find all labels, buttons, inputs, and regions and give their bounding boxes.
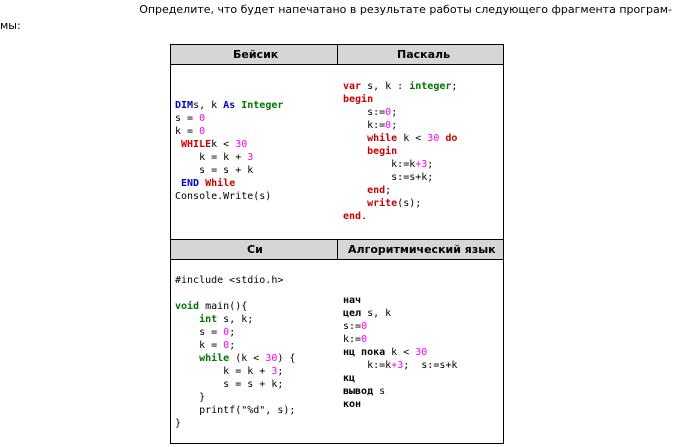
code-comparison-table: Бейсик Паскаль DIMs, k As Integer s = 0 k … [170, 44, 504, 444]
header-pascal: Паскаль [397, 48, 451, 61]
code-line: #include <stdio.h> [175, 275, 284, 286]
code-line: int s, k; [175, 314, 254, 325]
code-line: k:=k+3; s:=s+k [343, 360, 458, 371]
question-line-1: Определите, что будет напечатано в резул… [139, 3, 672, 16]
question-line-2: мы: [0, 19, 21, 32]
code-line: s:=0; [343, 107, 398, 118]
code-line: k:=0 [343, 334, 368, 345]
code-line: нц пока k < 30 [343, 347, 428, 358]
code-line: while (k < 30) { [175, 353, 296, 364]
code-line: end. [343, 211, 368, 222]
code-line: s = s + k [175, 165, 254, 176]
code-line: s = 0 [175, 113, 206, 124]
code-line: вывод s [343, 386, 386, 397]
code-line: s = s + k; [175, 379, 284, 390]
code-line: printf("%d", s); [175, 405, 296, 416]
code-c: #include <stdio.h> void main(){ int s, k… [175, 274, 295, 430]
code-line: кц [343, 373, 356, 384]
code-line: var s, k : integer; [343, 81, 458, 92]
code-line: write(s); [343, 198, 422, 209]
header-basic: Бейсик [233, 48, 279, 61]
code-pascal: var s, k : integer; begin s:=0; k:=0; whi… [343, 80, 457, 223]
code-line: k = 0 [175, 126, 206, 137]
code-line: end; [343, 185, 392, 196]
question-text: Определите, что будет напечатано в резул… [0, 2, 676, 34]
code-line: } [175, 392, 206, 403]
code-line: k:=0; [343, 120, 398, 131]
header-c: Си [247, 243, 263, 256]
code-line: DIMs, k As Integer [175, 100, 284, 111]
divider-middle [337, 239, 338, 260]
code-line: k = 0; [175, 340, 236, 351]
code-line: } [175, 418, 182, 429]
code-line: Console.Write(s) [175, 191, 272, 202]
code-line: k = k + 3; [175, 366, 284, 377]
header-algo: Алгоритмический язык [348, 243, 496, 256]
code-line: цел s, k [343, 308, 392, 319]
code-line: void main(){ [175, 301, 248, 312]
code-line: WHILEk < 30 [175, 139, 248, 150]
code-line: кон [343, 399, 362, 410]
code-line: END While [175, 178, 236, 189]
code-line: k:=k+3; [343, 159, 434, 170]
code-line: s:=s+k; [343, 172, 434, 183]
code-line: while k < 30 do [343, 133, 458, 144]
code-line: нач [343, 295, 362, 306]
code-line: begin [343, 146, 398, 157]
code-algo: нач цел s, k s:=0 k:=0 нц пока k < 30 k:=k+3… [343, 294, 457, 411]
code-line: s = 0; [175, 327, 236, 338]
code-line: k = k + 3 [175, 152, 254, 163]
divider-top [337, 45, 338, 65]
code-line: begin [343, 94, 374, 105]
code-line: s:=0 [343, 321, 368, 332]
code-basic: DIMs, k As Integer s = 0 k = 0 WHILEk < 30… [175, 99, 283, 203]
